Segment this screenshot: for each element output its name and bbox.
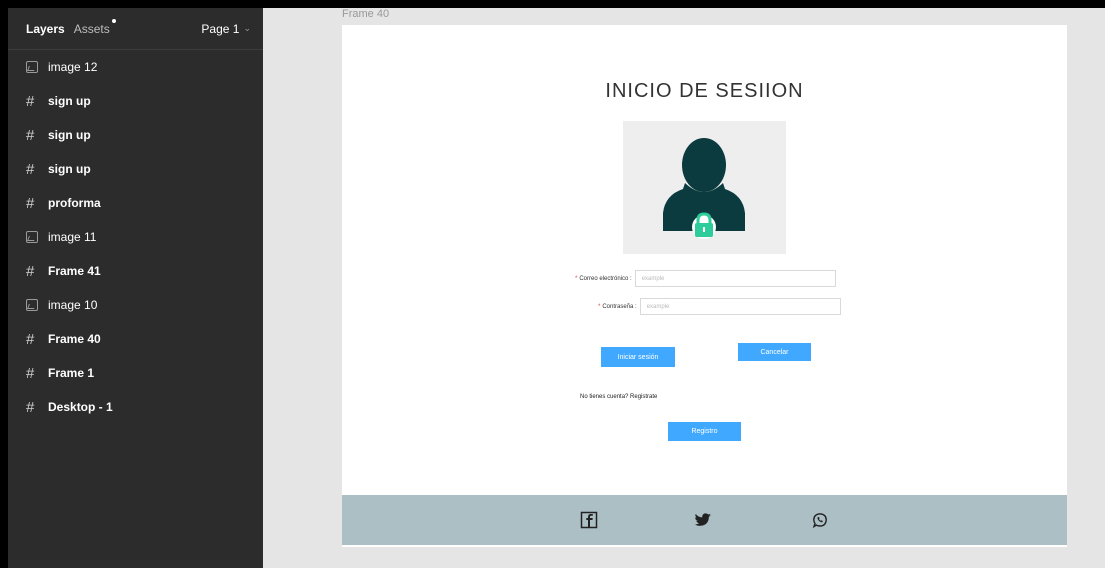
layer-label: sign up bbox=[48, 128, 91, 142]
email-label: Correo electrónico : bbox=[579, 275, 632, 282]
frame-hash-icon: # bbox=[26, 194, 35, 212]
facebook-icon[interactable] bbox=[580, 511, 598, 529]
layer-label: sign up bbox=[48, 94, 91, 108]
frame-hash-icon: # bbox=[26, 92, 35, 110]
layer-item[interactable]: image 10 bbox=[8, 288, 263, 322]
frame-hash-icon: # bbox=[26, 364, 35, 382]
layer-label: Desktop - 1 bbox=[48, 400, 113, 414]
email-row: * Correo electrónico : example bbox=[575, 270, 836, 287]
user-avatar-image bbox=[623, 121, 786, 254]
layer-label: Frame 1 bbox=[48, 366, 95, 380]
tab-assets-label: Assets bbox=[73, 21, 110, 36]
tab-layers[interactable]: Layers bbox=[26, 22, 65, 36]
layer-label: image 12 bbox=[48, 60, 98, 74]
layer-item[interactable]: image 11 bbox=[8, 220, 263, 254]
layer-label: Frame 41 bbox=[48, 264, 101, 278]
image-icon bbox=[26, 231, 48, 243]
layer-label: sign up bbox=[48, 162, 91, 176]
assets-notification-dot bbox=[111, 18, 116, 23]
footer bbox=[342, 495, 1067, 545]
required-mark: * bbox=[598, 303, 601, 310]
login-button[interactable]: Iniciar sesión bbox=[601, 347, 675, 367]
frame-hash-icon: # bbox=[26, 262, 35, 280]
chevron-down-icon: ⌄ bbox=[243, 23, 251, 33]
layer-item[interactable]: image 12 bbox=[8, 50, 263, 84]
frame-hash-icon: # bbox=[26, 330, 35, 348]
no-account-text: No tienes cuenta? Registrate bbox=[580, 394, 658, 400]
layer-label: image 11 bbox=[48, 230, 97, 244]
layer-label: Frame 40 bbox=[48, 332, 101, 346]
layer-item[interactable]: # proforma bbox=[8, 186, 263, 220]
frame-hash-icon: # bbox=[26, 398, 35, 416]
design-canvas[interactable]: Frame 40 INICIO DE SESIION * Correo elec… bbox=[263, 8, 1105, 568]
password-row: * Contraseña : example bbox=[598, 298, 841, 315]
register-button[interactable]: Registro bbox=[668, 422, 741, 441]
layer-item[interactable]: # sign up bbox=[8, 118, 263, 152]
frame-hash-icon: # bbox=[26, 160, 35, 178]
whatsapp-icon[interactable] bbox=[811, 511, 829, 529]
layer-item[interactable]: # Frame 40 bbox=[8, 322, 263, 356]
user-lock-icon bbox=[663, 138, 745, 239]
layer-item[interactable]: # Desktop - 1 bbox=[8, 390, 263, 424]
layer-item[interactable]: # sign up bbox=[8, 84, 263, 118]
layer-list: image 12 # sign up # sign up # sign up # proform… bbox=[8, 50, 263, 424]
cancel-button[interactable]: Cancelar bbox=[738, 343, 811, 361]
layer-label: image 10 bbox=[48, 298, 98, 312]
email-field[interactable]: example bbox=[634, 270, 836, 287]
password-label: Contraseña : bbox=[602, 303, 637, 310]
layer-item[interactable]: # Frame 1 bbox=[8, 356, 263, 390]
password-field[interactable]: example bbox=[639, 298, 841, 315]
login-title: INICIO DE SESIION bbox=[605, 80, 804, 102]
required-mark: * bbox=[575, 275, 578, 282]
frame-hash-icon: # bbox=[26, 126, 35, 144]
page-selector[interactable]: Page 1 ⌄ bbox=[201, 22, 251, 36]
layer-item[interactable]: # sign up bbox=[8, 152, 263, 186]
layer-label: proforma bbox=[48, 196, 101, 210]
image-icon bbox=[26, 61, 48, 73]
panel-header: Layers Assets Page 1 ⌄ bbox=[8, 8, 263, 50]
page-selector-label: Page 1 bbox=[201, 21, 240, 36]
tab-assets[interactable]: Assets bbox=[73, 18, 116, 36]
frame-40[interactable]: INICIO DE SESIION * Correo electrónico :… bbox=[342, 25, 1067, 547]
twitter-icon[interactable] bbox=[694, 511, 712, 529]
layers-panel: Layers Assets Page 1 ⌄ image 12 # sign up #… bbox=[8, 8, 263, 568]
frame-label[interactable]: Frame 40 bbox=[342, 8, 389, 20]
layer-item[interactable]: # Frame 41 bbox=[8, 254, 263, 288]
image-icon bbox=[26, 299, 48, 311]
